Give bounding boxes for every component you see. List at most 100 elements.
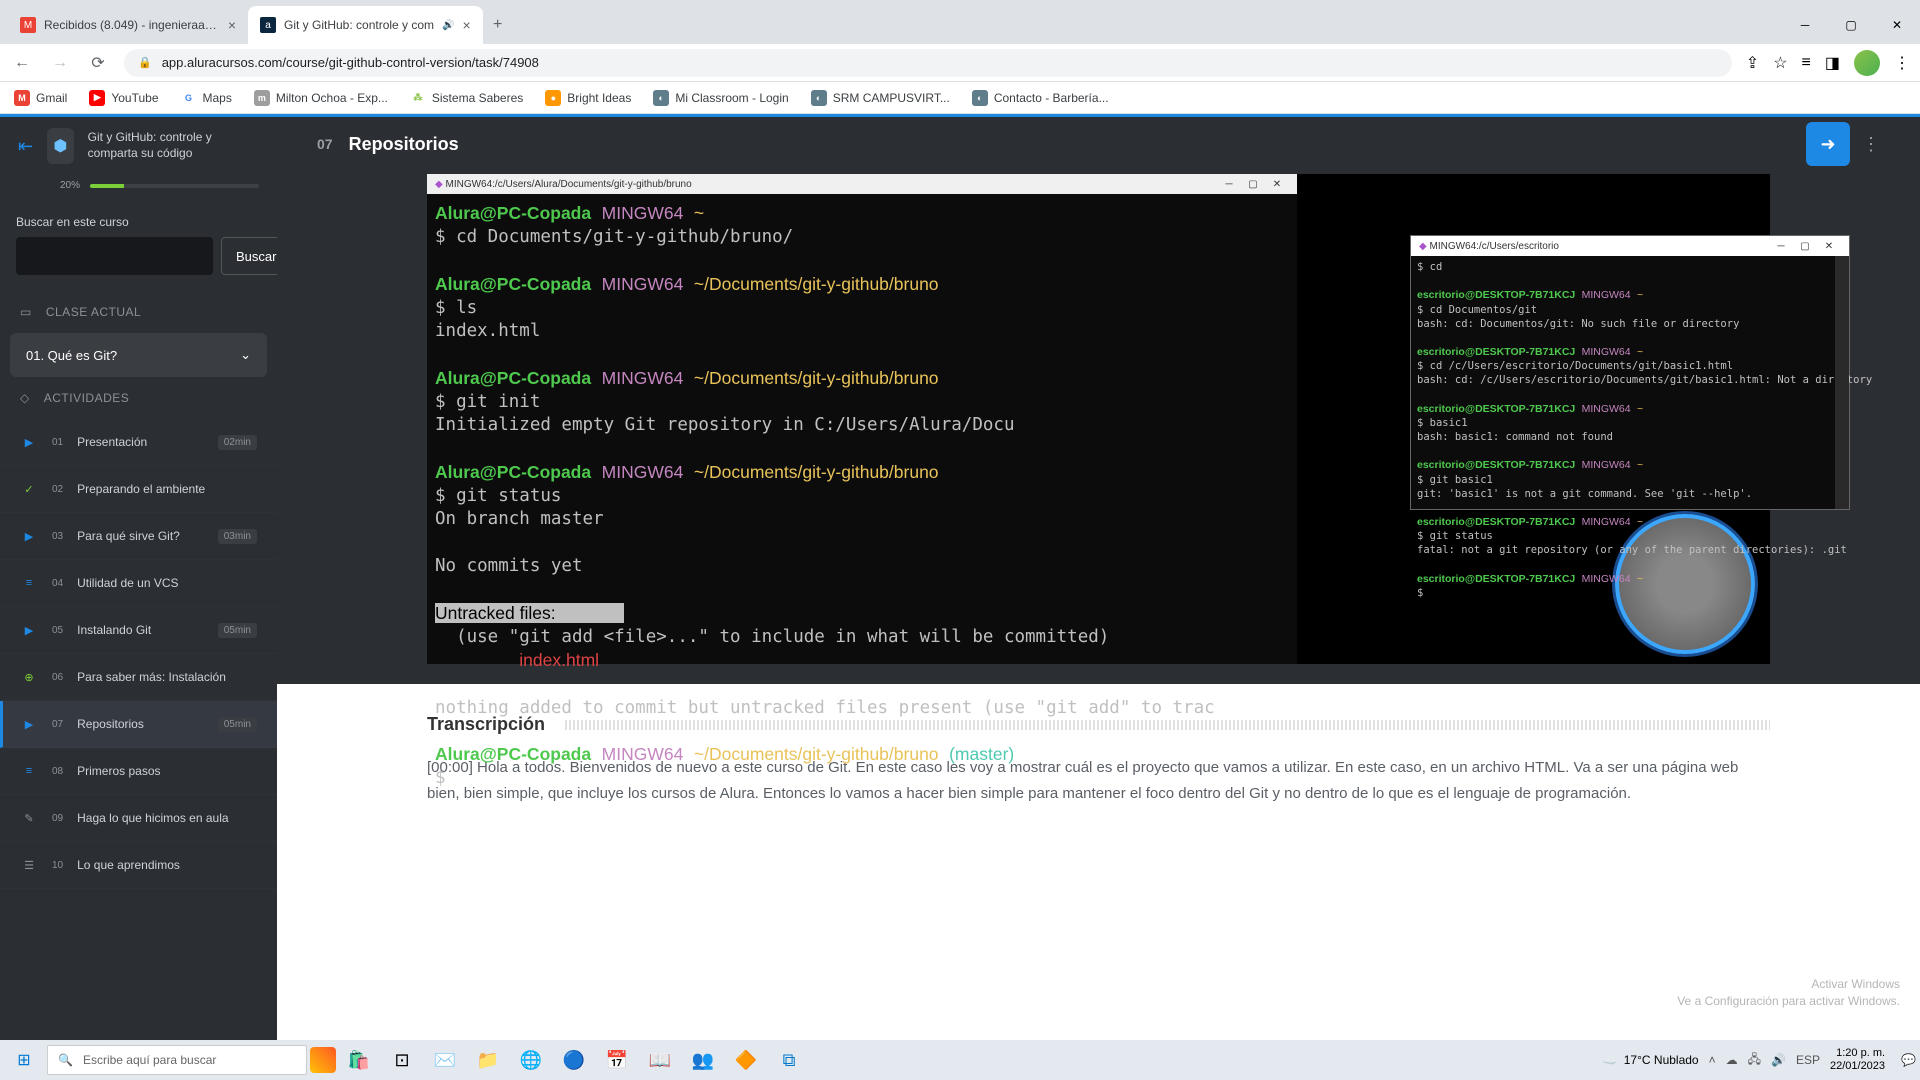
bookmark-classroom[interactable]: ◐Mi Classroom - Login (653, 90, 788, 106)
bookmark-milton[interactable]: mMilton Ochoa - Exp... (254, 90, 388, 106)
video-player[interactable]: ◆ MINGW64:/c/Users/Alura/Documents/git-y… (427, 174, 1770, 664)
mingw-icon: ◆ (435, 179, 443, 190)
chevron-down-icon: ⌄ (240, 347, 251, 363)
menu-icon[interactable]: ⋮ (1862, 134, 1880, 155)
activity-item[interactable]: ✎09Haga lo que hicimos en aula (0, 795, 277, 842)
sidebar-header: ⇤ ⬢ Git y GitHub: controle y comparta su… (0, 114, 277, 178)
tab-gmail[interactable]: M Recibidos (8.049) - ingenieraagric × (8, 6, 248, 44)
task-git-icon[interactable]: 🔶 (726, 1040, 766, 1080)
activity-number: 01 (52, 437, 63, 448)
activity-item[interactable]: ▶03Para qué sirve Git?03min (0, 513, 277, 560)
activity-duration: 05min (218, 717, 257, 732)
bookmark-maps[interactable]: GMaps (181, 90, 232, 106)
taskbar-clock[interactable]: 1:20 p. m. 22/01/2023 (1830, 1047, 1891, 1073)
maximize-icon[interactable]: ▢ (1828, 6, 1874, 44)
app-content: ⇤ ⬢ Git y GitHub: controle y comparta su… (0, 114, 1920, 1040)
back-button[interactable]: ← (10, 51, 34, 75)
search-input[interactable] (16, 237, 213, 275)
minimize-icon[interactable]: ─ (1769, 241, 1793, 252)
network-icon[interactable]: 🖧 (1748, 1050, 1761, 1071)
activity-label: Para qué sirve Git? (77, 529, 180, 543)
progress-percent: 20% (60, 180, 80, 191)
bookmark-bright[interactable]: ●Bright Ideas (545, 90, 631, 106)
progress-row: 20% (0, 178, 277, 205)
activity-number: 10 (52, 860, 63, 871)
star-icon[interactable]: ☆ (1773, 53, 1787, 73)
task-explorer-icon[interactable]: 📁 (468, 1040, 508, 1080)
activity-number: 07 (52, 719, 63, 730)
task-chrome-icon[interactable]: 🌐 (511, 1040, 551, 1080)
bookmark-barberia[interactable]: ◐Contacto - Barbería... (972, 90, 1109, 106)
bookmark-saberes[interactable]: ⁂Sistema Saberes (410, 90, 523, 106)
activity-item[interactable]: ✓02Preparando el ambiente (0, 466, 277, 513)
close-icon[interactable]: ✕ (1874, 6, 1920, 44)
activity-item[interactable]: ▶05Instalando Git05min (0, 607, 277, 654)
activity-duration: 05min (218, 623, 257, 638)
next-button[interactable]: ➜ (1806, 122, 1850, 166)
alura-icon: a (260, 17, 276, 33)
search-button[interactable]: Buscar ↗ (221, 237, 277, 275)
course-icon: ⬢ (47, 128, 74, 164)
activity-item[interactable]: ≡04Utilidad de un VCS (0, 560, 277, 607)
minimize-icon[interactable]: ─ (1782, 6, 1828, 44)
start-button[interactable]: ⊞ (4, 1040, 44, 1080)
weather-widget[interactable]: ☁️ 17°C Nublado (1603, 1053, 1699, 1067)
new-tab-button[interactable]: + (483, 6, 513, 44)
maximize-icon[interactable]: ▢ (1241, 179, 1265, 190)
close-icon[interactable]: × (463, 17, 471, 33)
activity-label: Utilidad de un VCS (77, 576, 178, 590)
task-calendar-icon[interactable]: 📅 (597, 1040, 637, 1080)
side-panel-icon[interactable]: ◨ (1825, 53, 1840, 73)
close-icon[interactable]: ✕ (1265, 179, 1289, 190)
task-reader-icon[interactable]: 📖 (640, 1040, 680, 1080)
activity-label: Preparando el ambiente (77, 482, 205, 496)
task-store-icon[interactable]: 🛍️ (339, 1040, 379, 1080)
language-indicator[interactable]: ESP (1796, 1053, 1820, 1067)
task-view-icon[interactable]: ⊡ (382, 1040, 422, 1080)
close-icon[interactable]: ✕ (1817, 241, 1841, 252)
activity-item[interactable]: ≡08Primeros pasos (0, 748, 277, 795)
activity-label: Lo que aprendimos (77, 858, 180, 872)
tab-strip: M Recibidos (8.049) - ingenieraagric × a… (8, 6, 513, 44)
taskbar-search[interactable]: 🔍 Escribe aquí para buscar (47, 1045, 307, 1075)
task-edge-icon[interactable]: 🔵 (554, 1040, 594, 1080)
bookmark-youtube[interactable]: ▶YouTube (89, 90, 158, 106)
minimize-icon[interactable]: ─ (1217, 179, 1241, 190)
reading-list-icon[interactable]: ≡ (1802, 54, 1811, 72)
bookmark-gmail[interactable]: MGmail (14, 90, 67, 106)
close-icon[interactable]: × (228, 17, 236, 33)
activity-duration: 03min (218, 529, 257, 544)
bookmarks-bar: MGmail ▶YouTube GMaps mMilton Ochoa - Ex… (0, 82, 1920, 114)
volume-icon[interactable]: 🔊 (1771, 1053, 1786, 1067)
person-icon: ◇ (20, 391, 30, 405)
menu-icon[interactable]: ⋮ (1894, 53, 1910, 73)
tab-alura[interactable]: a Git y GitHub: controle y com 🔊 × (248, 6, 483, 44)
maximize-icon[interactable]: ▢ (1793, 241, 1817, 252)
task-paint-icon[interactable] (310, 1047, 336, 1073)
reload-button[interactable]: ⟳ (86, 51, 110, 75)
notifications-icon[interactable]: 💬 (1901, 1053, 1916, 1067)
activity-item[interactable]: ☰10Lo que aprendimos (0, 842, 277, 889)
activity-item[interactable]: ▶01Presentación02min (0, 419, 277, 466)
task-vscode-icon[interactable]: ⧉ (769, 1040, 809, 1080)
onedrive-icon[interactable]: ☁ (1726, 1053, 1738, 1067)
current-class-item[interactable]: 01. Qué es Git? ⌄ (10, 333, 267, 377)
address-bar[interactable]: 🔒 app.aluracursos.com/course/git-github-… (124, 49, 1732, 77)
activity-item[interactable]: ⊕06Para saber más: Instalación (0, 654, 277, 701)
task-mail-icon[interactable]: ✉️ (425, 1040, 465, 1080)
activity-item[interactable]: ▶07Repositorios05min (0, 701, 277, 748)
scrollbar[interactable] (1835, 256, 1849, 509)
chevron-up-icon[interactable]: ˄ (1709, 1053, 1716, 1067)
task-teams-icon[interactable]: 👥 (683, 1040, 723, 1080)
activity-icon: ✎ (20, 809, 38, 827)
forward-button[interactable]: → (48, 51, 72, 75)
section-current-class: ▭CLASE ACTUAL (0, 291, 277, 333)
share-icon[interactable]: ⇪ (1746, 53, 1759, 73)
bookmark-srm[interactable]: ◐SRM CAMPUSVIRT... (811, 90, 950, 106)
profile-avatar[interactable] (1854, 50, 1880, 76)
activity-icon: ▶ (20, 621, 38, 639)
audio-icon[interactable]: 🔊 (442, 20, 454, 31)
course-sidebar: ⇤ ⬢ Git y GitHub: controle y comparta su… (0, 114, 277, 1040)
window-controls: ─ ▢ ✕ (1782, 6, 1920, 44)
back-arrow-icon[interactable]: ⇤ (18, 136, 33, 157)
